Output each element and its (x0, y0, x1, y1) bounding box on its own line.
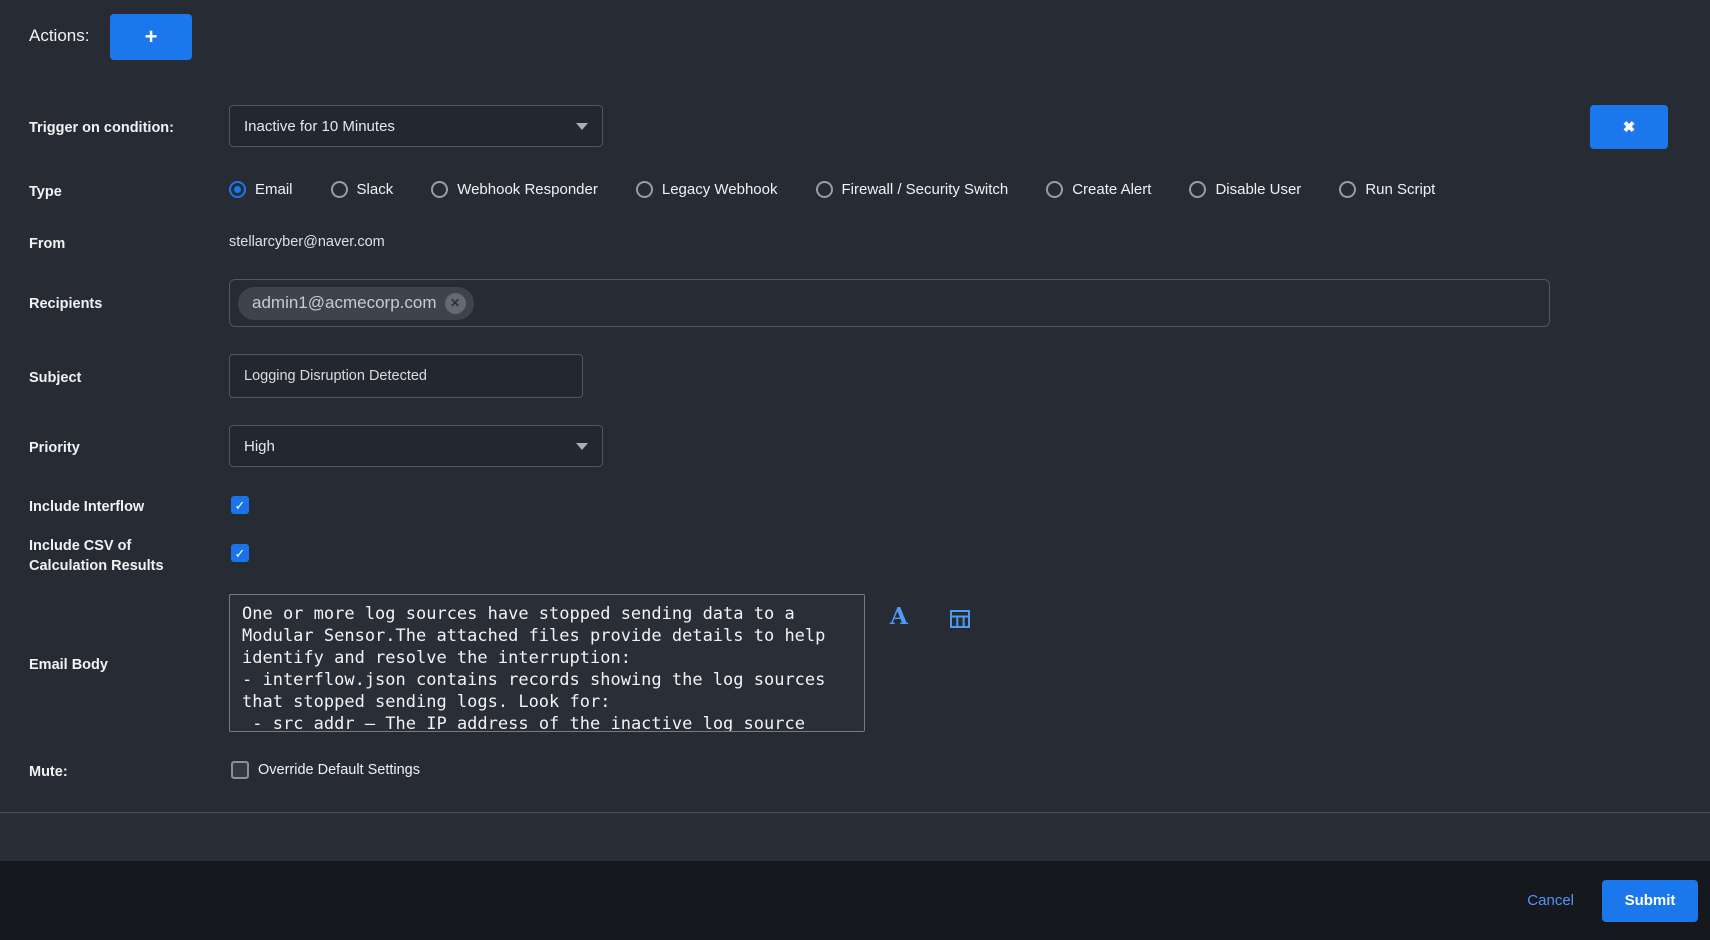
radio-icon (816, 181, 833, 198)
radio-selected-icon (229, 181, 246, 198)
format-text-icon[interactable]: A (890, 603, 908, 630)
chevron-down-icon (576, 123, 588, 130)
radio-icon (331, 181, 348, 198)
mute-override-label: Override Default Settings (258, 762, 420, 778)
radio-firewall-security-switch[interactable]: Firewall / Security Switch (816, 181, 1009, 198)
cancel-button[interactable]: Cancel (1527, 892, 1574, 909)
radio-label: Legacy Webhook (662, 181, 778, 198)
footer-bar: Cancel Submit (0, 861, 1710, 940)
radio-icon (636, 181, 653, 198)
from-label: From (29, 234, 65, 254)
trigger-condition-label: Trigger on condition: (29, 118, 174, 138)
radio-disable-user[interactable]: Disable User (1189, 181, 1301, 198)
from-value: stellarcyber@naver.com (229, 234, 385, 250)
include-csv-checkbox[interactable]: ✓ (231, 544, 249, 562)
include-csv-label: Include CSV of Calculation Results (29, 536, 194, 576)
radio-label: Run Script (1365, 181, 1435, 198)
priority-value: High (244, 438, 275, 455)
close-icon: ✖ (1623, 118, 1636, 136)
email-body-label: Email Body (29, 655, 108, 675)
subject-input[interactable]: Logging Disruption Detected (229, 354, 583, 398)
radio-webhook-responder[interactable]: Webhook Responder (431, 181, 598, 198)
type-radio-group: Email Slack Webhook Responder Legacy Web… (229, 176, 1435, 202)
radio-run-script[interactable]: Run Script (1339, 181, 1435, 198)
recipients-label: Recipients (29, 294, 102, 314)
type-label: Type (29, 182, 62, 202)
insert-table-icon[interactable] (950, 610, 970, 633)
radio-icon (431, 181, 448, 198)
radio-icon (1339, 181, 1356, 198)
add-action-button[interactable]: + (110, 14, 192, 60)
radio-label: Slack (357, 181, 394, 198)
radio-email[interactable]: Email (229, 181, 293, 198)
include-interflow-label: Include Interflow (29, 497, 144, 517)
mute-label: Mute: (29, 762, 68, 782)
plus-icon: + (145, 24, 158, 50)
email-body-input[interactable]: One or more log sources have stopped sen… (229, 594, 865, 732)
radio-label: Webhook Responder (457, 181, 598, 198)
radio-legacy-webhook[interactable]: Legacy Webhook (636, 181, 778, 198)
trigger-condition-value: Inactive for 10 Minutes (244, 118, 395, 135)
subject-value: Logging Disruption Detected (244, 368, 427, 384)
subject-label: Subject (29, 368, 81, 388)
recipient-chip-text: admin1@acmecorp.com (252, 293, 437, 313)
chevron-down-icon (576, 443, 588, 450)
priority-label: Priority (29, 438, 80, 458)
radio-label: Email (255, 181, 293, 198)
actions-label: Actions: (29, 26, 89, 46)
submit-button[interactable]: Submit (1602, 880, 1698, 922)
priority-select[interactable]: High (229, 425, 603, 467)
radio-label: Create Alert (1072, 181, 1151, 198)
mute-override-checkbox[interactable] (231, 761, 249, 779)
trigger-condition-select[interactable]: Inactive for 10 Minutes (229, 105, 603, 147)
radio-icon (1046, 181, 1063, 198)
radio-label: Firewall / Security Switch (842, 181, 1009, 198)
radio-label: Disable User (1215, 181, 1301, 198)
recipient-chip: admin1@acmecorp.com ✕ (238, 287, 474, 320)
chip-remove-icon[interactable]: ✕ (445, 293, 466, 314)
radio-icon (1189, 181, 1206, 198)
radio-slack[interactable]: Slack (331, 181, 394, 198)
lower-band (0, 813, 1710, 861)
include-interflow-checkbox[interactable]: ✓ (231, 496, 249, 514)
remove-action-button[interactable]: ✖ (1590, 105, 1668, 149)
recipients-input[interactable]: admin1@acmecorp.com ✕ (229, 279, 1550, 327)
radio-create-alert[interactable]: Create Alert (1046, 181, 1151, 198)
